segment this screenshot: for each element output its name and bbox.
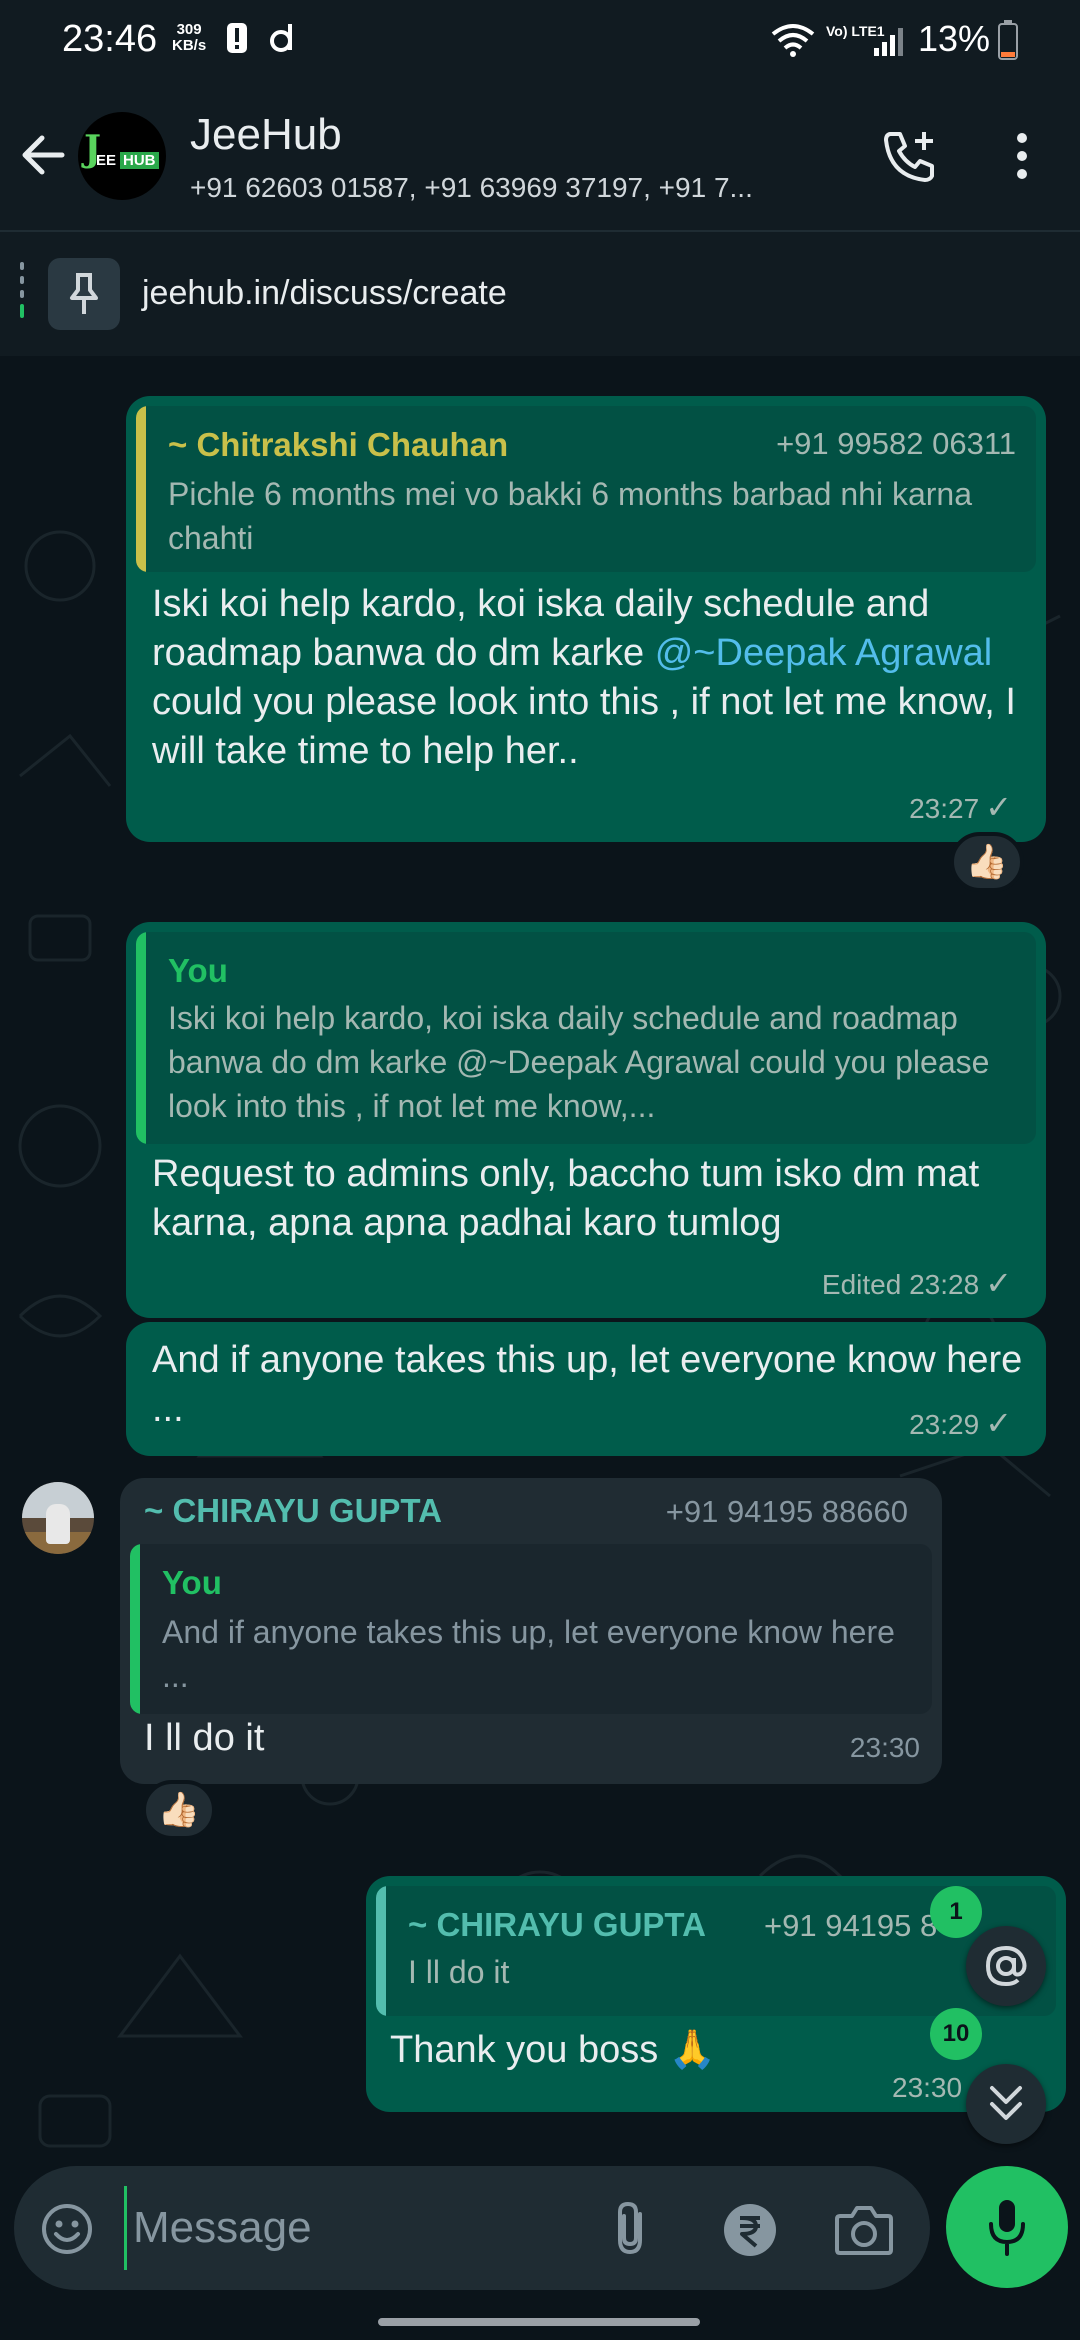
pinned-message-text[interactable]: jeehub.in/discuss/create <box>142 274 507 313</box>
message-text: Iski koi help kardo, koi iska daily sche… <box>152 580 1032 776</box>
avatar-logo-ee: EE <box>96 152 117 169</box>
camera-icon[interactable] <box>834 2204 894 2256</box>
double-chevron-down-icon <box>990 2086 1022 2120</box>
message-time: 23:28 <box>909 1269 980 1300</box>
network-speed-value: 309 <box>176 21 202 38</box>
message-bubble[interactable]: And if anyone takes this up, let everyon… <box>126 1322 1046 1456</box>
sent-check-icon: ✓ <box>985 1405 1012 1441</box>
quote-text: And if anyone takes this up, let everyon… <box>162 1614 895 1694</box>
pin-icon-box <box>48 258 120 330</box>
status-time: 23:46 <box>62 18 158 60</box>
gesture-nav-handle[interactable] <box>378 2318 700 2326</box>
message-meta: 23:27 ✓ <box>909 788 1012 826</box>
quote-sender: You <box>168 952 228 989</box>
quote-sender-phone: +91 99582 06311 <box>776 426 1016 461</box>
quote-accent-bar <box>376 1886 386 2016</box>
chat-area[interactable]: ~ Chitrakshi Chauhan +91 99582 06311 Pic… <box>0 356 1080 2166</box>
rupee-icon[interactable] <box>722 2202 778 2258</box>
unread-count-badge: 10 <box>930 2008 982 2060</box>
d-app-icon <box>270 24 292 52</box>
pinned-indicator-dash <box>20 262 24 270</box>
sender-avatar[interactable] <box>22 1482 94 1554</box>
emoji-icon[interactable] <box>40 2202 94 2256</box>
battery-icon <box>998 20 1018 60</box>
quote-sender: ~ Chitrakshi Chauhan <box>168 426 509 463</box>
quoted-message[interactable]: ~ Chitrakshi Chauhan +91 99582 06311 Pic… <box>136 406 1036 572</box>
quote-sender: ~ CHIRAYU GUPTA <box>408 1906 706 1943</box>
quote-text: Iski koi help kardo, koi iska daily sche… <box>168 1000 990 1124</box>
quote-accent-bar <box>136 406 146 572</box>
voice-record-button[interactable] <box>946 2166 1068 2288</box>
pinned-indicator <box>20 262 26 328</box>
alert-icon <box>227 23 247 53</box>
message-bubble[interactable]: You Iski koi help kardo, koi iska daily … <box>126 922 1046 1318</box>
message-meta: 23:29 ✓ <box>909 1404 1012 1442</box>
quoted-message[interactable]: You Iski koi help kardo, koi iska daily … <box>136 932 1036 1144</box>
network-speed-unit: KB/s <box>172 37 207 54</box>
message-sender[interactable]: ~ CHIRAYU GUPTA <box>144 1492 442 1530</box>
wifi-icon <box>771 24 815 57</box>
group-title[interactable]: JeeHub <box>190 110 342 160</box>
quote-sender: You <box>162 1564 222 1601</box>
message-time: 23:29 <box>909 1409 980 1440</box>
sent-check-icon: ✓ <box>985 1265 1012 1301</box>
mention-count-badge: 1 <box>930 1886 982 1938</box>
message-text: Request to admins only, baccho tum isko … <box>152 1153 980 1244</box>
pinned-indicator-dash <box>20 290 24 298</box>
message-bubble[interactable]: ~ CHIRAYU GUPTA +91 94195 88660 You And … <box>120 1478 942 1784</box>
attach-icon[interactable] <box>612 2200 652 2258</box>
edited-label: Edited <box>821 1269 902 1300</box>
quote-sender-phone: +91 94195 8 <box>764 1908 938 1943</box>
signal-icon <box>874 28 903 56</box>
at-sign-icon <box>985 1945 1027 1987</box>
group-avatar[interactable]: J EE HUB <box>78 112 166 200</box>
scroll-to-bottom-button[interactable] <box>966 2064 1046 2144</box>
message-time: 23:27 <box>909 793 980 824</box>
message-input[interactable] <box>124 2186 604 2270</box>
chat-header[interactable]: J EE HUB JeeHub +91 62603 01587, +91 639… <box>0 80 1080 230</box>
mention-link[interactable]: @~Deepak Agrawal <box>655 632 993 674</box>
quote-accent-bar <box>136 932 146 1144</box>
battery-percent: 13% <box>918 18 991 59</box>
more-vert-icon[interactable] <box>1010 128 1034 184</box>
mic-icon <box>989 2200 1025 2256</box>
message-text: And if anyone takes this up, let everyon… <box>152 1339 1023 1430</box>
message-bubble[interactable]: ~ Chitrakshi Chauhan +91 99582 06311 Pic… <box>126 396 1046 842</box>
message-meta: Edited 23:28 ✓ <box>822 1264 1012 1302</box>
quoted-message[interactable]: You And if anyone takes this up, let eve… <box>130 1544 932 1714</box>
back-arrow-icon[interactable] <box>20 132 66 178</box>
status-bar: 23:46 309 KB/s Vo) LTE1 13% <box>0 0 1080 80</box>
quote-text: Pichle 6 months mei vo bakki 6 months ba… <box>168 476 972 556</box>
message-reaction[interactable]: 👍🏻 <box>950 832 1024 892</box>
message-time: 23:30 <box>849 1732 920 1763</box>
network-speed: 309 KB/s <box>172 22 206 54</box>
pinned-indicator-dash <box>20 276 24 284</box>
message-reaction[interactable]: 👍🏻 <box>142 1780 216 1840</box>
sent-check-icon: ✓ <box>985 789 1012 825</box>
message-composer[interactable] <box>14 2166 930 2290</box>
pinned-indicator-active <box>20 304 24 318</box>
message-text-part: could you please look into this , if not… <box>152 681 1016 772</box>
quote-text: I ll do it <box>408 1954 510 1990</box>
message-text: Thank you boss 🙏 <box>390 2029 717 2071</box>
avatar-logo-hub: HUB <box>120 152 159 169</box>
add-call-icon[interactable] <box>880 126 940 186</box>
pinned-message-bar[interactable]: jeehub.in/discuss/create <box>0 230 1080 356</box>
jump-to-mention-button[interactable] <box>966 1926 1046 2006</box>
message-time: 23:30 <box>892 2072 963 2103</box>
pin-icon <box>70 273 98 314</box>
quote-accent-bar <box>130 1544 140 1714</box>
message-sender-phone: +91 94195 88660 <box>665 1494 908 1529</box>
group-members[interactable]: +91 62603 01587, +91 63969 37197, +91 7.… <box>190 172 753 204</box>
message-text: I ll do it <box>144 1717 265 1759</box>
avatar-photo-person <box>46 1504 70 1544</box>
